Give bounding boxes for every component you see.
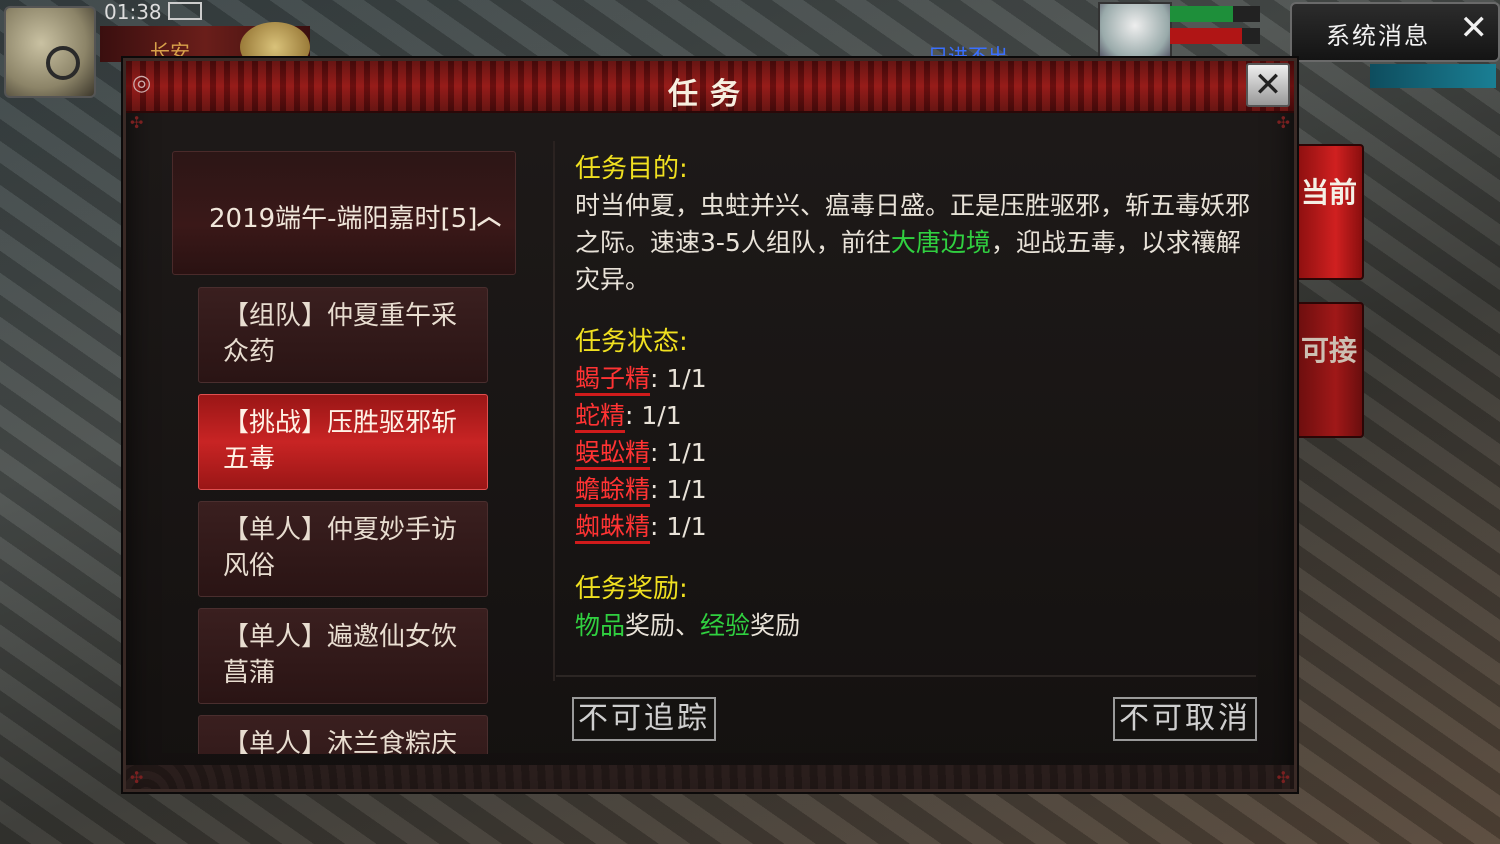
pet-portrait[interactable] — [1098, 2, 1172, 60]
tab-available[interactable]: 可接 — [1294, 302, 1364, 438]
map-button[interactable] — [4, 6, 96, 98]
target-progress: : 1/1 — [650, 475, 707, 504]
target-link[interactable]: 蜈蚣精 — [575, 438, 651, 470]
target-link[interactable]: 蛇精 — [575, 401, 626, 433]
system-message-label: 系统消息 — [1326, 22, 1430, 50]
action-divider — [556, 675, 1256, 677]
quest-item[interactable]: 【单人】仲夏妙手访风俗 — [198, 501, 488, 597]
status-row: 蟾蜍精: 1/1 — [575, 471, 1255, 508]
quest-category-label: 2019端午-端阳嘉时[5] — [209, 204, 478, 234]
reward-heading: 任务奖励: — [575, 574, 688, 604]
item-reward-link[interactable]: 物品 — [575, 611, 625, 640]
status-row: 蝎子精: 1/1 — [575, 360, 1255, 397]
corner-ornament-icon: ✣ — [130, 768, 144, 787]
target-link[interactable]: 蟾蜍精 — [575, 475, 651, 507]
track-button[interactable]: 不可追踪 — [572, 697, 716, 741]
target-link[interactable]: 蝎子精 — [575, 364, 651, 396]
magnifier-icon — [46, 46, 80, 80]
quest-category[interactable]: 2019端午-端阳嘉时[5] ︿ — [172, 151, 516, 275]
dialog-titlebar: ◎ 任务 ✕ — [126, 61, 1294, 113]
energy-bar — [1370, 64, 1496, 88]
clock-time: 01:38 — [104, 0, 162, 24]
dialog-title: 任务 — [668, 77, 752, 112]
reward-separator: 、 — [675, 611, 701, 640]
quest-item[interactable]: 【组队】仲夏重午采众药 — [198, 287, 488, 383]
corner-ornament-icon: ✣ — [1276, 113, 1290, 132]
quest-item-label: 【组队】仲夏重午采众药 — [223, 301, 458, 367]
quest-item[interactable]: 【单人】遍邀仙女饮菖蒲 — [198, 608, 488, 704]
target-link[interactable]: 蜘蛛精 — [575, 512, 651, 544]
target-progress: : 1/1 — [650, 438, 707, 467]
quest-item-selected[interactable]: 【挑战】压胜驱邪斩五毒 — [198, 394, 488, 490]
chevron-up-icon: ︿ — [477, 202, 501, 230]
destination-link[interactable]: 大唐边境 — [891, 228, 991, 257]
status-row: 蜈蚣精: 1/1 — [575, 434, 1255, 471]
dialog-close-button[interactable]: ✕ — [1246, 63, 1290, 107]
tab-available-label: 可接 — [1300, 334, 1357, 367]
quest-item-label: 【单人】沐兰食粽庆 — [223, 729, 458, 754]
corner-ornament-icon: ✣ — [1276, 768, 1290, 787]
health-bar — [1170, 6, 1260, 22]
tab-current[interactable]: 当前 — [1294, 144, 1364, 280]
exp-reward-link[interactable]: 经验 — [700, 611, 750, 640]
quest-item-label: 【单人】遍邀仙女饮菖蒲 — [223, 622, 458, 688]
target-progress: : 1/1 — [650, 364, 707, 393]
reward-text: 物品奖励、经验奖励 — [575, 607, 1255, 644]
objective-heading: 任务目的: — [575, 154, 688, 184]
system-message-panel[interactable]: 系统消息 ✕ — [1290, 2, 1500, 62]
target-progress: : 1/1 — [625, 401, 682, 430]
close-icon[interactable]: ✕ — [1460, 8, 1489, 48]
battery-icon — [168, 2, 202, 20]
target-progress: : 1/1 — [650, 512, 707, 541]
quest-detail: 任务目的: 时当仲夏，虫蛀并兴、瘟毒日盛。正是压胜驱邪，斩五毒妖邪之际。速速3-… — [575, 151, 1255, 644]
quest-list[interactable]: 2019端午-端阳嘉时[5] ︿ 【组队】仲夏重午采众药 【挑战】压胜驱邪斩五毒… — [172, 151, 522, 754]
status-row: 蜘蛛精: 1/1 — [575, 508, 1255, 545]
panel-divider — [553, 141, 555, 681]
reward-suffix: 奖励 — [750, 611, 801, 640]
mana-bar — [1170, 28, 1260, 44]
corner-ornament-icon: ✣ — [130, 113, 144, 132]
status-row: 蛇精: 1/1 — [575, 397, 1255, 434]
quest-item[interactable]: 【单人】沐兰食粽庆 — [198, 715, 488, 754]
quest-item-label: 【挑战】压胜驱邪斩五毒 — [223, 408, 458, 474]
objective-text: 时当仲夏，虫蛀并兴、瘟毒日盛。正是压胜驱邪，斩五毒妖邪之际。速速3-5人组队，前… — [575, 187, 1255, 298]
quest-item-label: 【单人】仲夏妙手访风俗 — [223, 515, 458, 581]
reward-suffix: 奖励 — [625, 611, 676, 640]
quest-dialog: ◎ 任务 ✕ 2019端午-端阳嘉时[5] ︿ 【组队】仲夏重午采众药 【挑战】… — [123, 58, 1297, 792]
tab-current-label: 当前 — [1300, 176, 1357, 209]
abandon-button[interactable]: 不可取消 — [1113, 697, 1257, 741]
status-heading: 任务状态: — [575, 327, 688, 357]
dialog-bottom-border — [126, 765, 1294, 789]
